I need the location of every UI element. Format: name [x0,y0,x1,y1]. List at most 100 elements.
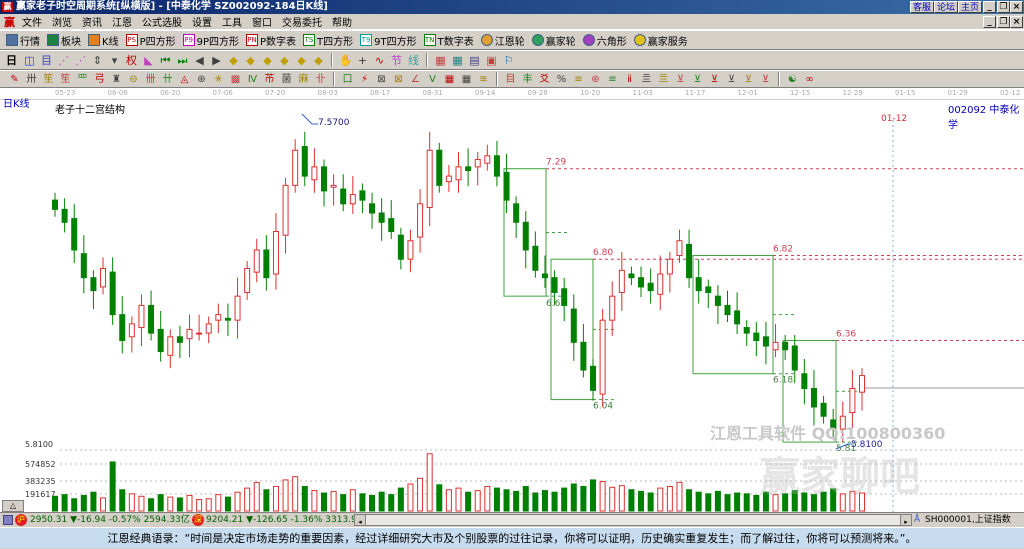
candle-body[interactable] [541,273,548,279]
scroll-right-icon[interactable]: ▸ [900,515,911,526]
tool-icon[interactable]: ◆ [261,54,274,67]
candle-body[interactable] [263,249,270,279]
drawing-tool-icon[interactable]: 亖 [640,73,653,86]
candle-body[interactable] [618,269,625,293]
candle-body[interactable] [666,258,673,275]
drawing-tool-icon[interactable]: ▩ [229,73,242,86]
drawing-tool-icon[interactable]: 菌 [280,73,293,86]
tool-icon[interactable]: ◫ [23,54,36,67]
candle-body[interactable] [743,327,750,334]
toolbar-button[interactable]: TS T四方形 [303,33,353,48]
drawing-tool-icon[interactable]: ⊠ [392,73,405,86]
child-minimize-icon[interactable]: _ [983,16,996,28]
candle-body[interactable] [407,240,414,260]
tool-icon[interactable]: ◆ [227,54,240,67]
drawing-tool-icon[interactable]: 亖 [657,73,670,86]
candle-body[interactable] [570,308,577,343]
drawing-tool-icon[interactable]: ⊻ [759,73,772,86]
menu-item[interactable]: 交易委托 [277,14,327,29]
tool-icon[interactable]: ◣ [142,54,155,67]
candle-body[interactable] [436,149,443,186]
period-selector[interactable]: 日 [6,52,17,68]
candle-body[interactable] [90,277,97,292]
candle-body[interactable] [493,155,500,177]
candle-body[interactable] [417,203,424,238]
toolbar-button[interactable]: 板块 [47,33,81,48]
drawing-tool-icon[interactable]: 卝 [314,73,327,86]
menu-item[interactable]: 文件 [17,14,47,29]
candle-body[interactable] [810,388,817,408]
drawing-tool-icon[interactable]: ⊻ [691,73,704,86]
tool-icon[interactable]: + [356,54,369,67]
tool-icon[interactable]: ✋ [339,54,353,67]
candle-body[interactable] [138,304,145,329]
close-icon[interactable]: × [1010,1,1023,13]
drawing-tool-icon[interactable]: ≡ [572,73,585,86]
candle-body[interactable] [695,277,702,292]
drawing-tool-icon[interactable]: ⊻ [674,73,687,86]
tool-icon[interactable]: ▦ [451,54,464,67]
candle-body[interactable] [292,149,299,186]
candle-body[interactable] [714,295,721,306]
candle-body[interactable] [176,336,183,343]
drawing-tool-icon[interactable]: ◬ [178,73,191,86]
candle-body[interactable] [503,171,510,201]
tool-icon[interactable]: ◆ [295,54,308,67]
candle-body[interactable] [80,253,87,279]
candle-body[interactable] [282,184,289,236]
toolbar-button[interactable]: 赢家轮 [531,33,576,48]
tool-icon[interactable]: ⏭ [176,54,189,67]
candle-body[interactable] [724,304,731,316]
toolbar-button[interactable]: TN T数字表 [423,33,474,48]
candle-body[interactable] [119,314,126,341]
candle-body[interactable] [196,332,203,335]
candle-body[interactable] [772,341,779,351]
drawing-tool-icon[interactable]: ✎ [8,73,21,86]
candle-body[interactable] [330,184,337,188]
drawing-tool-icon[interactable]: 卄 [161,73,174,86]
tool-icon[interactable]: ▣ [485,54,498,67]
tool-icon[interactable]: ◆ [244,54,257,67]
drawing-tool-icon[interactable]: ∠ [409,73,422,86]
drawing-tool-icon[interactable]: ≋ [477,73,490,86]
drawing-tool-icon[interactable]: 笙 [59,73,72,86]
drawing-tool-icon[interactable]: 罒 [76,73,89,86]
candle-body[interactable] [820,402,827,417]
drawing-tool-icon[interactable]: ⊕ [195,73,208,86]
candle-body[interactable] [705,286,712,293]
tool-icon[interactable]: 节 [390,54,403,67]
tool-icon[interactable]: ⋰ [57,54,70,67]
child-close-icon[interactable]: × [1010,16,1023,28]
candle-body[interactable] [378,212,385,223]
drawing-tool-icon[interactable]: ⚡ [358,73,371,86]
drawing-tool-icon[interactable]: ⊖ [127,73,140,86]
candle-body[interactable] [148,304,155,334]
tool-icon[interactable]: ◀ [193,54,206,67]
candle-body[interactable] [157,328,164,353]
drawing-tool-icon[interactable]: ⅱ [623,73,636,86]
candle-body[interactable] [580,341,587,371]
toolbar-button[interactable]: PN P数字表 [246,33,296,48]
candle-body[interactable] [801,373,808,390]
candle-body[interactable] [167,336,174,356]
collapse-button[interactable]: △ [2,500,24,512]
candle-body[interactable] [676,240,683,257]
forum-button[interactable]: 论坛 [934,1,959,13]
drawing-tool-icon[interactable]: 弓 [93,73,106,86]
candle-body[interactable] [234,295,241,321]
tool-icon[interactable]: 权 [125,54,138,67]
candle-body[interactable] [52,199,58,210]
toolbar-button[interactable]: 六角形 [582,33,627,48]
drawing-tool-icon[interactable]: ⊻ [708,73,721,86]
toolbar-button[interactable]: T9 9T四方形 [360,33,417,48]
candle-body[interactable] [753,332,760,341]
drawing-tool-icon[interactable]: % [555,73,568,86]
tool-icon[interactable]: ▦ [434,54,447,67]
candle-body[interactable] [100,267,107,288]
drawing-tool-icon[interactable]: ▦ [460,73,473,86]
child-restore-icon[interactable]: ❐ [997,16,1010,28]
candle-body[interactable] [599,319,606,395]
candle-body[interactable] [657,273,664,295]
menu-item[interactable]: 浏览 [47,14,77,29]
drawing-tool-icon[interactable]: 笙 [42,73,55,86]
